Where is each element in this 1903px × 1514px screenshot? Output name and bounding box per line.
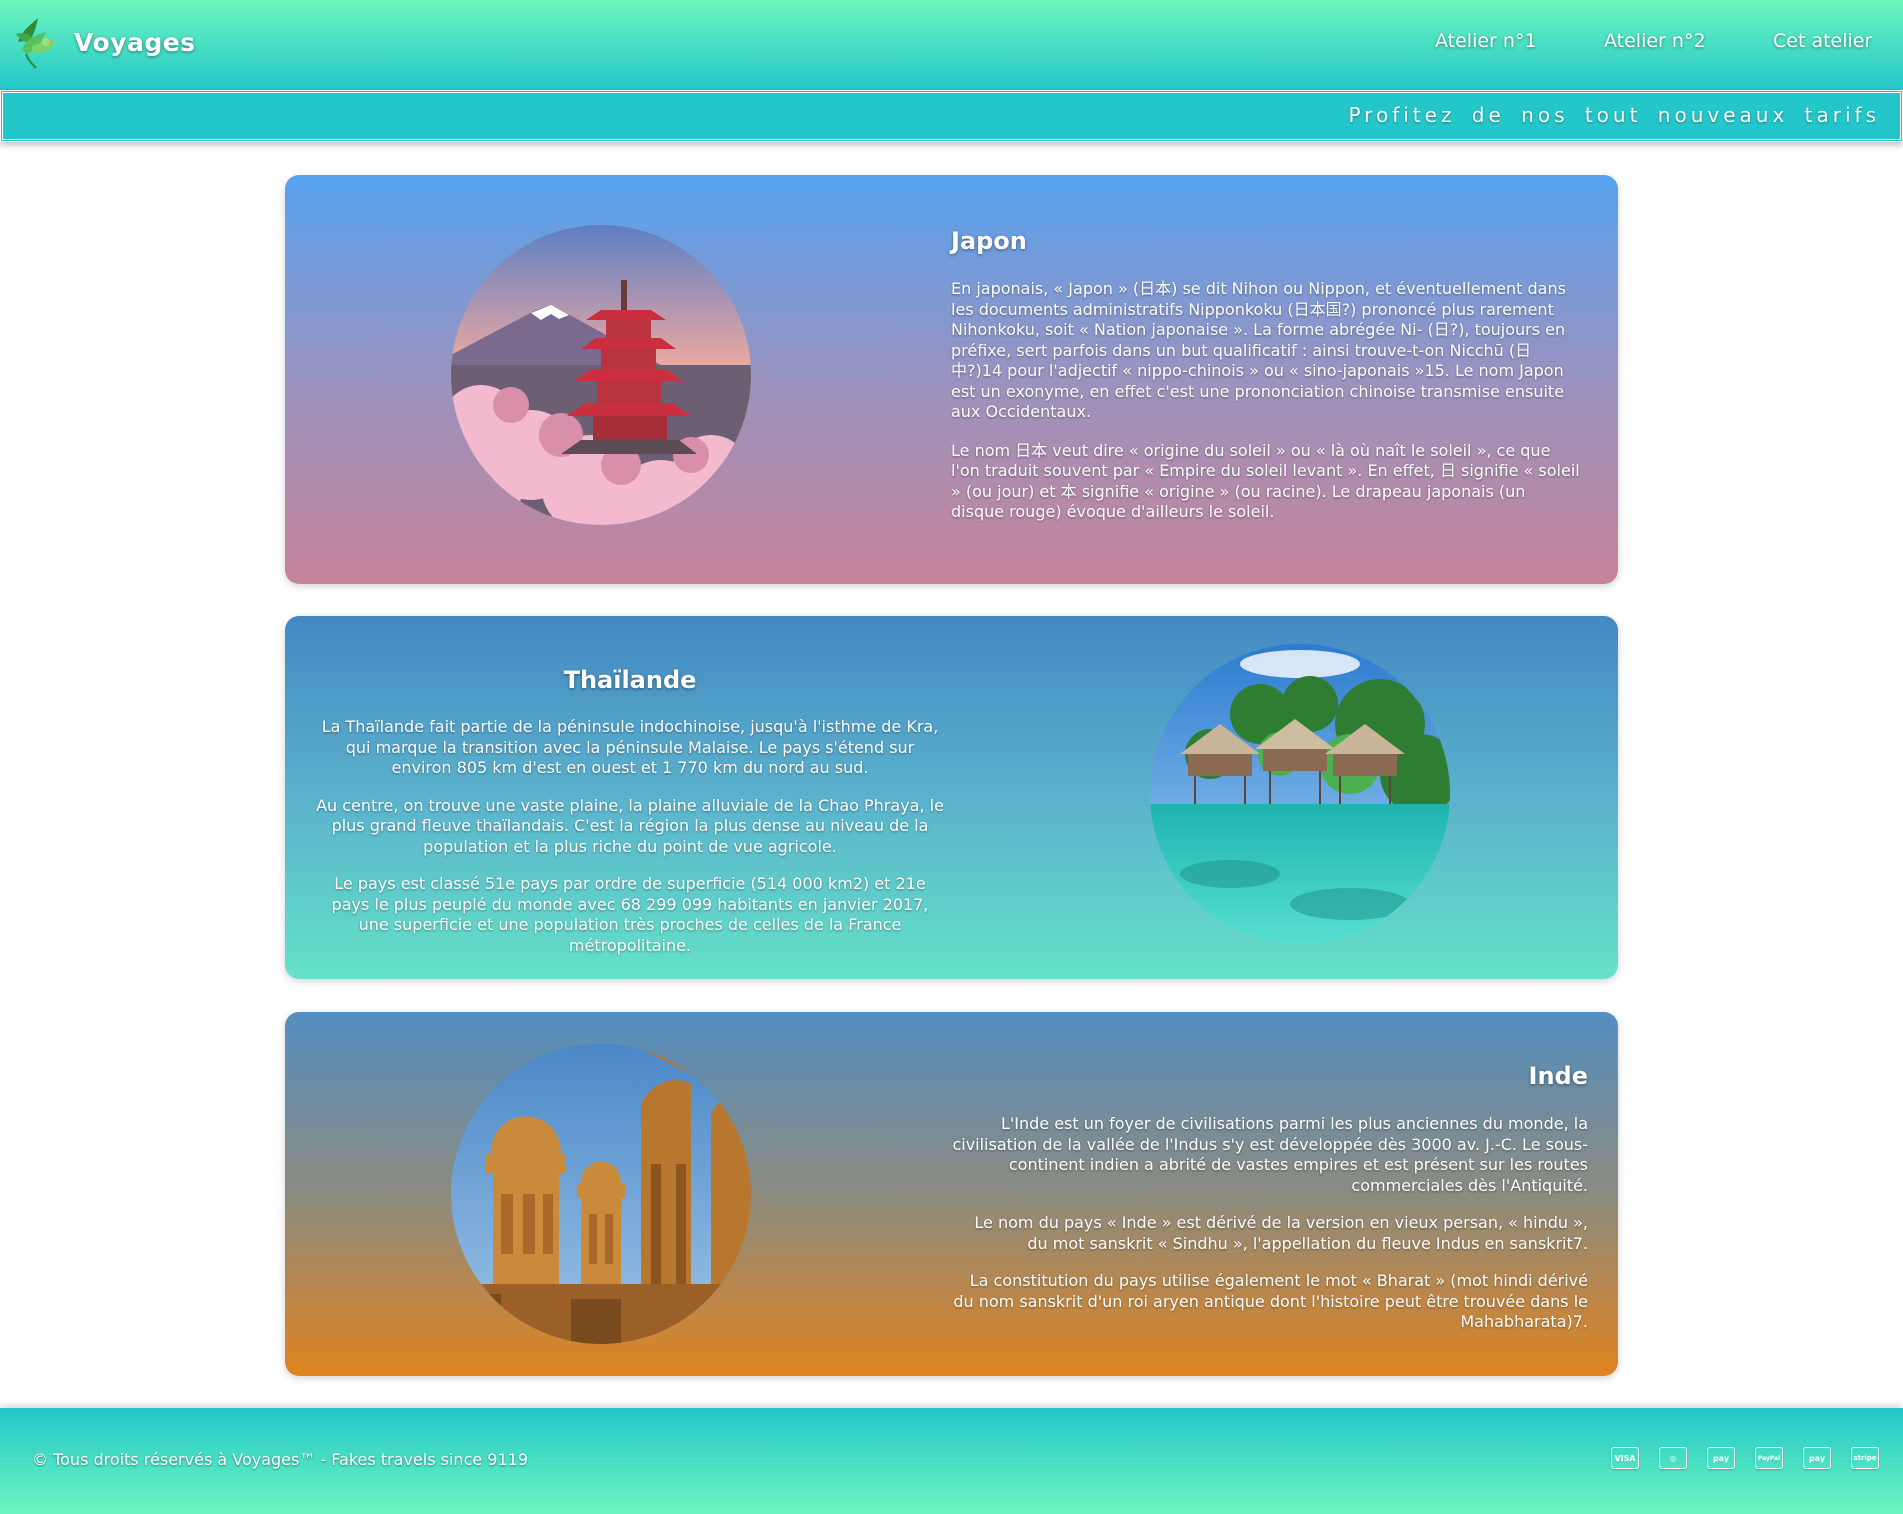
card-title-thailande: Thaïlande bbox=[563, 666, 697, 694]
copyright-text: © Tous droits réservés à Voyages™ - Fake… bbox=[32, 1450, 529, 1469]
promo-banner: Profitez de nos tout nouveaux tarifs bbox=[0, 90, 1903, 142]
card-text-inde: L'Inde est un foyer de civilisations par… bbox=[951, 1114, 1588, 1350]
japon-photo bbox=[451, 225, 751, 525]
card-title-inde: Inde bbox=[1528, 1062, 1588, 1090]
paragraph: Le nom du pays « Inde » est dérivé de la… bbox=[974, 1213, 1588, 1253]
nav-cet-atelier[interactable]: Cet atelier bbox=[1773, 30, 1872, 52]
amazon-pay-icon: pay bbox=[1803, 1447, 1831, 1469]
destination-card-japon: Japon En japonais, « Japon » (日本) se dit… bbox=[285, 175, 1618, 584]
bird-logo-icon[interactable] bbox=[12, 12, 58, 70]
site-footer: © Tous droits réservés à Voyages™ - Fake… bbox=[0, 1408, 1903, 1514]
destination-card-inde: Inde L'Inde est un foyer de civilisation… bbox=[285, 1012, 1618, 1376]
brand-name[interactable]: Voyages bbox=[74, 28, 196, 57]
nav-atelier-1[interactable]: Atelier n°1 bbox=[1435, 30, 1537, 52]
thailande-photo bbox=[1150, 644, 1450, 944]
mastercard-icon: ◎ bbox=[1659, 1447, 1687, 1469]
inde-photo bbox=[451, 1044, 751, 1344]
paragraph: La constitution du pays utilise égalemen… bbox=[953, 1271, 1588, 1331]
card-text-thailande: La Thaïlande fait partie de la péninsule… bbox=[315, 717, 945, 973]
nav-atelier-2[interactable]: Atelier n°2 bbox=[1604, 30, 1706, 52]
payment-icons: VISA ◎ pay PayPal pay stripe bbox=[1611, 1447, 1879, 1469]
card-title-japon: Japon bbox=[951, 227, 1027, 255]
apple-pay-icon: pay bbox=[1707, 1447, 1735, 1469]
paragraph: Au centre, on trouve une vaste plaine, l… bbox=[316, 795, 944, 856]
paypal-icon: PayPal bbox=[1755, 1447, 1783, 1469]
paragraph: Le pays est classé 51e pays par ordre de… bbox=[331, 874, 929, 955]
visa-icon: VISA bbox=[1611, 1447, 1639, 1469]
paragraph: En japonais, « Japon » (日本) se dit Nihon… bbox=[951, 279, 1566, 421]
card-text-japon: En japonais, « Japon » (日本) se dit Nihon… bbox=[951, 279, 1581, 541]
destination-card-thailande: Thaïlande La Thaïlande fait partie de la… bbox=[285, 616, 1618, 979]
promo-banner-text: Profitez de nos tout nouveaux tarifs bbox=[1348, 103, 1880, 127]
stripe-icon: stripe bbox=[1851, 1447, 1879, 1469]
paragraph: La Thaïlande fait partie de la péninsule… bbox=[321, 717, 939, 777]
paragraph: Le nom 日本 veut dire « origine du soleil … bbox=[951, 440, 1580, 522]
site-header: Voyages Atelier n°1 Atelier n°2 Cet atel… bbox=[0, 0, 1903, 90]
paragraph: L'Inde est un foyer de civilisations par… bbox=[952, 1114, 1588, 1195]
